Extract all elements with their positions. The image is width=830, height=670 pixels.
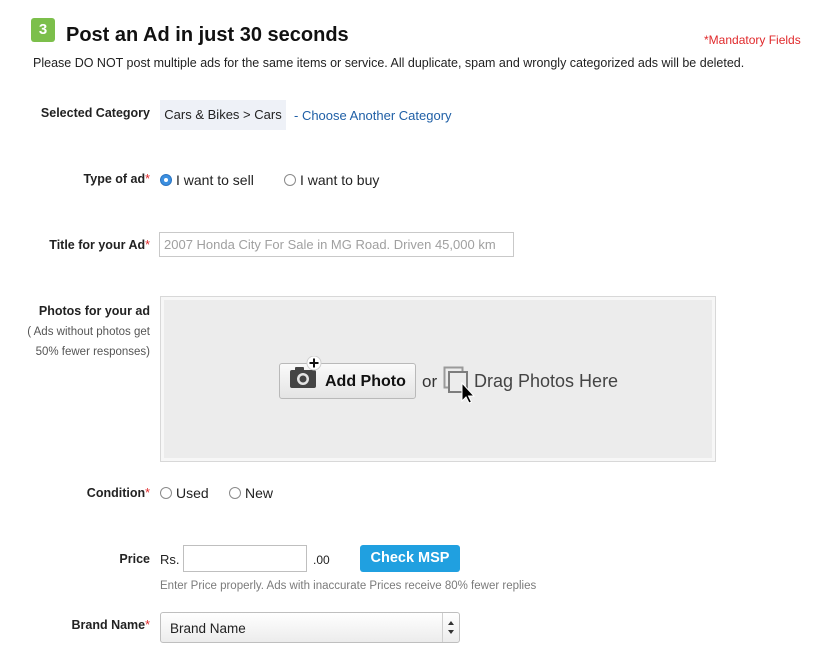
ad-type-sell-option[interactable]: I want to sell [160, 172, 254, 188]
ad-type-sell-radio[interactable] [160, 174, 172, 186]
selected-category-value: Cars & Bikes > Cars [160, 100, 286, 130]
price-currency-prefix: Rs. [160, 552, 180, 567]
required-mark: * [145, 172, 150, 186]
select-arrows-icon [442, 613, 459, 642]
condition-used-radio[interactable] [160, 487, 172, 499]
price-input[interactable] [183, 545, 307, 572]
brand-name-label-text: Brand Name [71, 618, 146, 632]
ad-type-buy-option[interactable]: I want to buy [284, 172, 379, 188]
type-of-ad-label-text: Type of ad [83, 172, 146, 186]
ad-title-label: Title for your Ad* [49, 238, 150, 252]
required-mark: * [145, 486, 150, 500]
type-of-ad-label: Type of ad* [84, 172, 150, 186]
ad-title-label-text: Title for your Ad [49, 238, 146, 252]
condition-label: Condition* [87, 486, 150, 500]
price-decimal-suffix: .00 [313, 553, 330, 567]
photos-label: Photos for your ad [38, 304, 150, 318]
choose-another-category-link[interactable]: - Choose Another Category [294, 108, 452, 123]
or-separator: or [422, 372, 438, 391]
condition-used-label: Used [176, 485, 209, 501]
ad-type-buy-label: I want to buy [300, 172, 380, 188]
selected-category-label: Selected Category [40, 106, 150, 120]
brand-name-select[interactable]: Brand Name [160, 612, 460, 643]
photos-note-line1: ( Ads without photos get [27, 326, 150, 338]
drag-photos-text: Drag Photos Here [474, 371, 619, 391]
price-hint: Enter Price properly. Ads with inaccurat… [160, 580, 537, 592]
step-number-badge: 3 [31, 18, 55, 42]
brand-select-value: Brand Name [170, 621, 246, 636]
required-mark: * [145, 618, 150, 632]
condition-new-option[interactable]: New [229, 485, 273, 501]
ad-type-sell-label: I want to sell [176, 172, 254, 188]
photo-drop-zone[interactable] [160, 296, 716, 462]
page-title: Post an Ad in just 30 seconds [66, 24, 349, 46]
brand-name-label: Brand Name* [71, 618, 150, 632]
price-label: Price [119, 552, 150, 566]
required-mark: * [145, 238, 150, 252]
condition-new-label: New [245, 485, 274, 501]
drag-photos-icon [443, 366, 475, 404]
photos-note-line2: 50% fewer responses) [35, 346, 150, 358]
add-photo-label: Add Photo [325, 373, 406, 390]
posting-notice: Please DO NOT post multiple ads for the … [33, 56, 745, 70]
condition-used-option[interactable]: Used [160, 485, 209, 501]
condition-new-radio[interactable] [229, 487, 241, 499]
condition-label-text: Condition [86, 486, 146, 500]
ad-type-buy-radio[interactable] [284, 174, 296, 186]
mandatory-fields-note: *Mandatory Fields [704, 33, 801, 47]
camera-plus-icon [290, 356, 322, 388]
add-photo-button[interactable]: Add Photo [279, 356, 416, 399]
check-msp-button[interactable]: Check MSP [360, 545, 460, 572]
ad-title-input[interactable] [159, 232, 514, 257]
